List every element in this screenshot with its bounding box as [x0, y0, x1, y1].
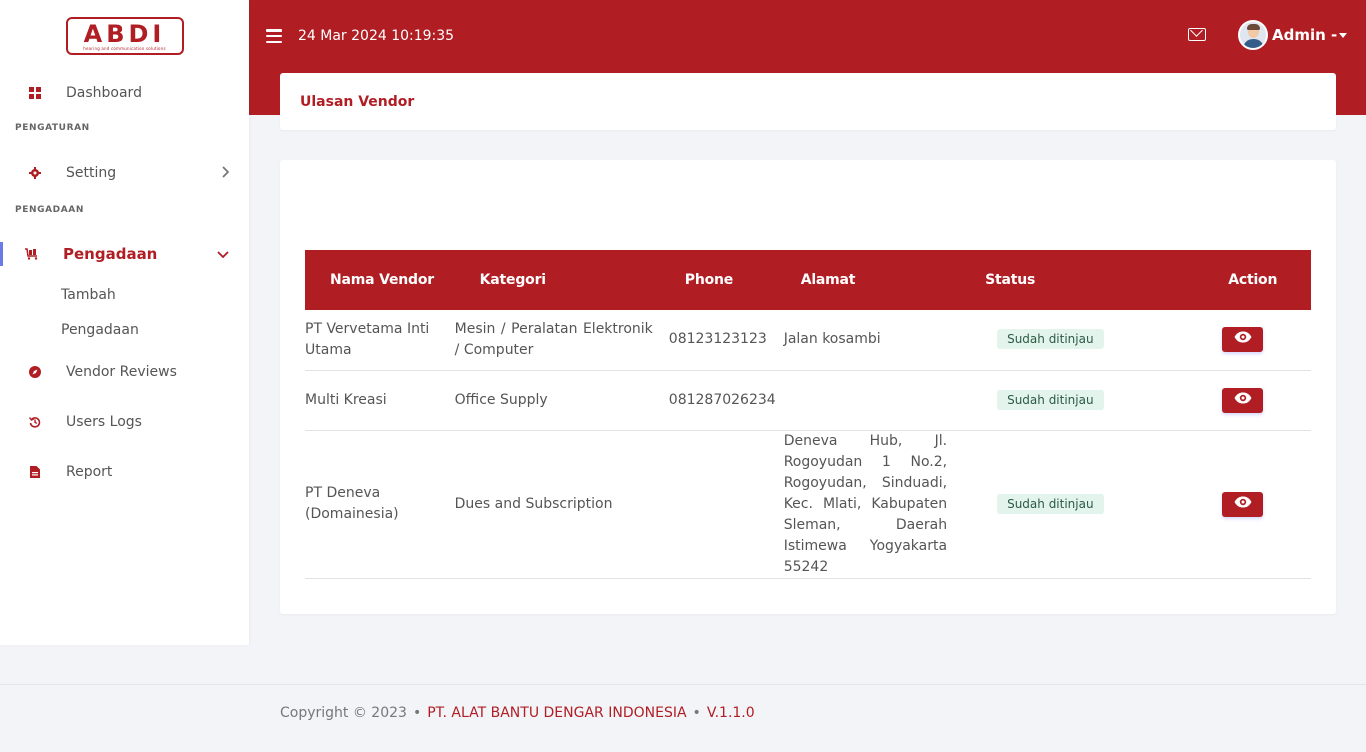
- grid-icon: [28, 86, 42, 100]
- mail-icon[interactable]: [1188, 28, 1206, 41]
- cell-category: Office Supply: [454, 370, 661, 431]
- footer-version: V.1.1.0: [706, 705, 755, 721]
- sidebar-item-label: Report: [66, 464, 113, 480]
- sidebar-item-dashboard[interactable]: Dashboard: [0, 73, 249, 113]
- sidebar-subitem-tambah[interactable]: Tambah: [0, 278, 249, 313]
- section-heading-procurement: PENGADAAN: [15, 205, 84, 215]
- sidebar-item-label: Vendor Reviews: [66, 364, 177, 380]
- breadcrumb: Ulasan Vendor: [280, 73, 1336, 130]
- sidebar-item-label: Dashboard: [66, 85, 142, 101]
- column-header-kategori[interactable]: Kategori: [455, 250, 661, 310]
- table-row: Multi Kreasi Office Supply 081287026234 …: [305, 370, 1311, 431]
- sidebar-subitem-pengadaan[interactable]: Pengadaan: [0, 313, 249, 348]
- view-button[interactable]: [1222, 491, 1264, 517]
- page-title: Ulasan Vendor: [300, 93, 415, 110]
- column-header-alamat[interactable]: Alamat: [776, 250, 955, 310]
- logo-container: ABDI hearing and communication solutions: [0, 0, 249, 72]
- cell-address: Deneva Hub, Jl. Rogoyudan 1 No.2, Rogoyu…: [775, 430, 956, 579]
- history-icon: [28, 415, 42, 429]
- cell-phone: 081287026234: [660, 370, 776, 431]
- sidebar-item-vendor-reviews[interactable]: Vendor Reviews: [0, 352, 249, 392]
- active-indicator: [0, 242, 3, 266]
- sidebar-item-report[interactable]: Report: [0, 452, 249, 492]
- eye-icon: [1234, 494, 1252, 515]
- status-badge: Sudah ditinjau: [997, 329, 1104, 350]
- column-header-phone[interactable]: Phone: [661, 250, 776, 310]
- vendor-review-table: Nama Vendor Kategori Phone Alamat Status…: [305, 250, 1311, 579]
- compass-icon: [28, 365, 42, 379]
- sidebar: ABDI hearing and communication solutions…: [0, 0, 249, 645]
- file-icon: [28, 465, 42, 479]
- table-row: PT Vervetama Inti Utama Mesin / Peralata…: [305, 310, 1311, 371]
- sidebar-item-label: Pengadaan: [63, 245, 158, 263]
- logo-tagline: hearing and communication solutions: [83, 45, 166, 51]
- table-header-row: Nama Vendor Kategori Phone Alamat Status…: [305, 250, 1311, 310]
- footer: Copyright © 2023 • PT. ALAT BANTU DENGAR I…: [280, 705, 755, 721]
- user-menu-dropdown[interactable]: Admin -: [1272, 26, 1348, 44]
- cell-address: Jalan kosambi: [775, 310, 956, 371]
- brand-logo[interactable]: ABDI hearing and communication solutions: [65, 17, 184, 55]
- cell-category: Mesin / Peralatan Elektronik / Computer: [454, 310, 661, 371]
- status-badge: Sudah ditinjau: [997, 493, 1104, 514]
- chevron-right-icon: [221, 165, 230, 181]
- eye-icon: [1234, 390, 1252, 411]
- section-heading-settings: PENGATURAN: [15, 123, 90, 133]
- sidebar-item-pengadaan[interactable]: Pengadaan: [0, 234, 249, 274]
- column-header-vendor[interactable]: Nama Vendor: [305, 250, 455, 310]
- view-button[interactable]: [1222, 327, 1264, 353]
- user-name: Admin -: [1272, 26, 1338, 44]
- logo-text: ABDI: [83, 19, 166, 48]
- menu-toggle-icon[interactable]: [266, 29, 282, 43]
- caret-down-icon: [1339, 33, 1348, 38]
- cell-vendor-name: PT Deneva (Domainesia): [305, 430, 455, 579]
- status-badge: Sudah ditinjau: [997, 389, 1104, 410]
- sidebar-item-label: Setting: [66, 165, 117, 181]
- footer-divider: [0, 684, 1366, 685]
- column-header-action[interactable]: Action: [1176, 250, 1311, 310]
- cell-phone: [660, 430, 776, 579]
- cell-vendor-name: PT Vervetama Inti Utama: [305, 310, 455, 371]
- eye-icon: [1234, 329, 1252, 350]
- sidebar-item-label: Users Logs: [66, 414, 142, 430]
- avatar[interactable]: [1238, 20, 1268, 50]
- cell-category: Dues and Subscription: [454, 430, 661, 579]
- chevron-down-icon: [217, 247, 229, 261]
- footer-company[interactable]: PT. ALAT BANTU DENGAR INDONESIA: [427, 705, 686, 721]
- sidebar-item-setting[interactable]: Setting: [0, 153, 249, 193]
- view-button[interactable]: [1222, 387, 1264, 413]
- cell-address: [775, 370, 956, 431]
- content-card: Nama Vendor Kategori Phone Alamat Status…: [280, 160, 1336, 614]
- footer-copyright: Copyright © 2023: [280, 705, 407, 721]
- cell-phone: 08123123123: [660, 310, 776, 371]
- table-row: PT Deneva (Domainesia) Dues and Subscrip…: [305, 430, 1311, 579]
- column-header-status[interactable]: Status: [955, 250, 1176, 310]
- cart-icon: [25, 247, 39, 261]
- gear-icon: [28, 166, 42, 180]
- current-datetime: 24 Mar 2024 10:19:35: [298, 28, 455, 44]
- sidebar-item-users-logs[interactable]: Users Logs: [0, 402, 249, 442]
- cell-vendor-name: Multi Kreasi: [305, 370, 455, 431]
